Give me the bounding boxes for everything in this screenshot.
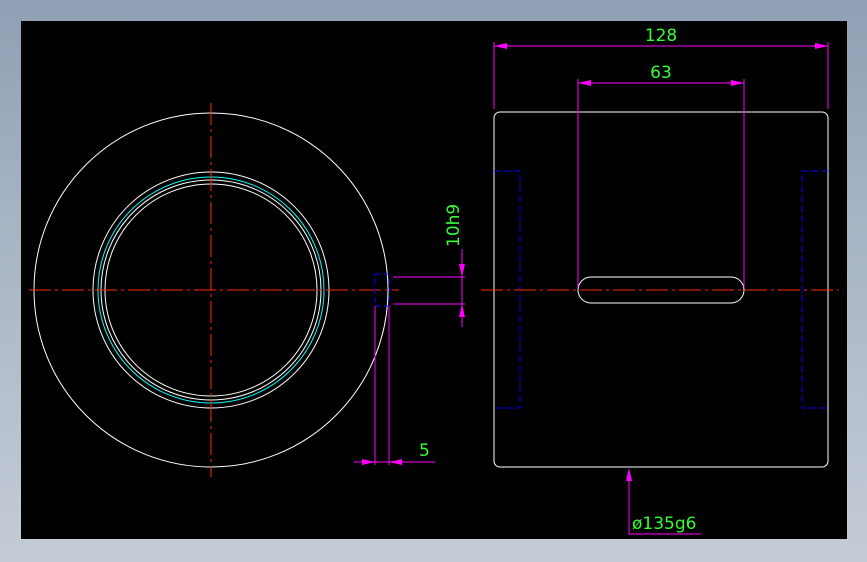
front-view (29, 103, 399, 477)
arrowhead-icon (459, 304, 465, 317)
side-view-dimensions: 128 63 ø135g6 (493, 26, 829, 535)
arrowhead-icon (362, 459, 375, 465)
arrowhead-icon (578, 80, 591, 86)
keyway-dimensions: 10h9 5 (354, 204, 465, 465)
arrowhead-icon (815, 43, 828, 49)
arrowhead-icon (459, 264, 465, 277)
arrowhead-icon (731, 80, 744, 86)
arrowhead-icon (494, 43, 507, 49)
cad-drawing: 10h9 5 128 63 ø135g6 (29, 26, 839, 535)
keyway-depth-label: 5 (419, 441, 430, 461)
arrowhead-icon (389, 459, 402, 465)
slot-length-label: 63 (650, 63, 672, 83)
cad-drawing-viewport[interactable]: 10h9 5 128 63 ø135g6 (21, 21, 847, 539)
arrowhead-icon (626, 468, 632, 481)
keyway-width-label: 10h9 (444, 204, 464, 247)
diameter-label: ø135g6 (632, 514, 696, 534)
overall-width-label: 128 (645, 26, 677, 46)
side-view (481, 111, 839, 468)
